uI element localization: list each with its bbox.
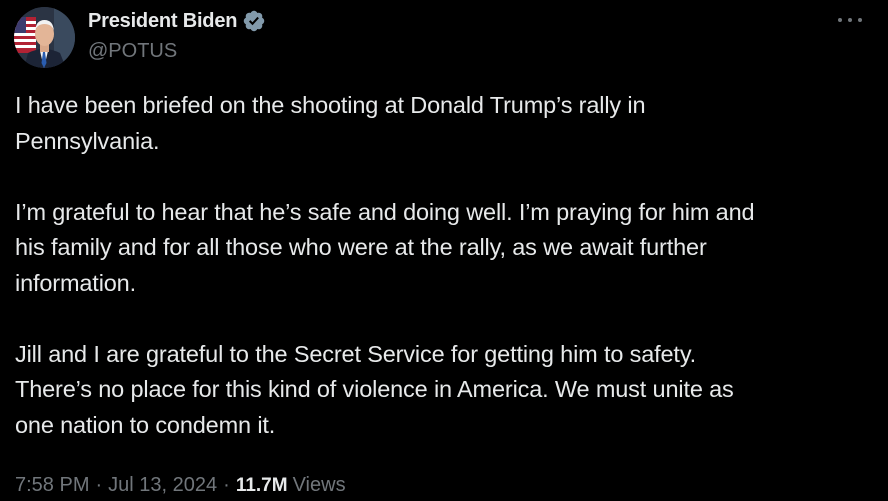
tweet-time[interactable]: 7:58 PM — [15, 474, 89, 497]
verified-badge-icon[interactable] — [242, 9, 266, 33]
tweet-paragraph: Jill and I are grateful to the Secret Se… — [15, 340, 734, 438]
profile-photo — [14, 7, 75, 68]
tweet: President Biden @POTUS I have been brief… — [0, 0, 888, 501]
more-dot — [848, 18, 852, 22]
views-label[interactable]: Views — [293, 474, 346, 497]
tweet-text: I have been briefed on the shooting at D… — [15, 88, 875, 443]
tweet-date[interactable]: Jul 13, 2024 — [108, 474, 217, 497]
meta-separator: · — [223, 474, 230, 496]
tweet-paragraph: I’m grateful to hear that he’s safe and … — [15, 198, 755, 296]
avatar[interactable] — [14, 7, 75, 68]
tweet-paragraph: I have been briefed on the shooting at D… — [15, 92, 646, 154]
author-display-name[interactable]: President Biden — [88, 10, 237, 33]
tweet-meta: 7:58 PM · Jul 13, 2024 · 11.7M Views — [15, 474, 346, 497]
author-name-row[interactable]: President Biden — [88, 8, 266, 34]
more-dot — [838, 18, 842, 22]
more-horizontal-icon[interactable] — [838, 8, 862, 32]
views-count[interactable]: 11.7M — [236, 475, 288, 497]
meta-separator: · — [95, 474, 103, 496]
author-handle[interactable]: @POTUS — [88, 40, 177, 63]
more-dot — [858, 18, 862, 22]
